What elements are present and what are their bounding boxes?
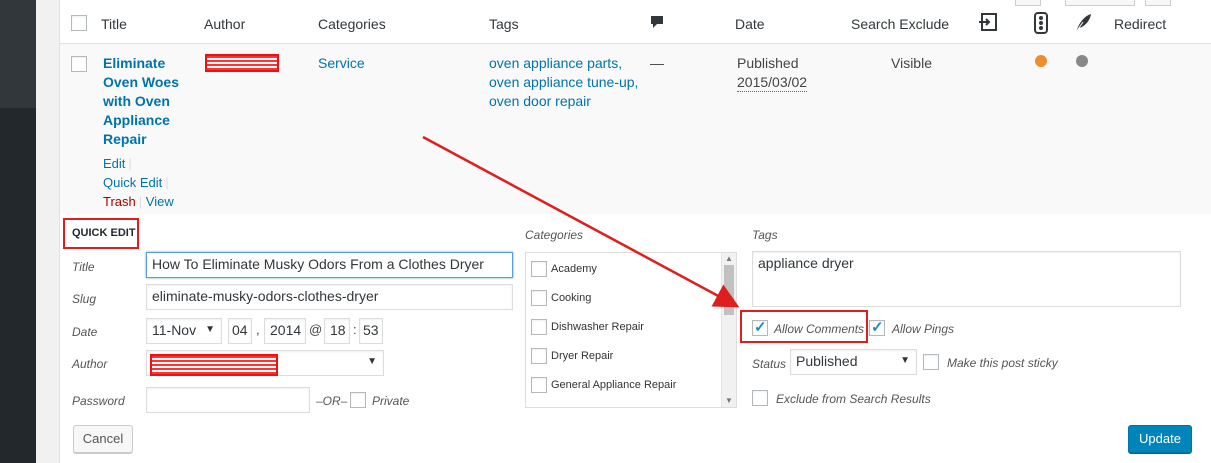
comments-icon[interactable] [650,15,664,33]
column-title[interactable]: Title [101,16,127,32]
update-button[interactable]: Update [1128,425,1192,453]
readability-status-dot [1076,55,1088,67]
categories-checklist[interactable]: Academy Cooking Dishwasher Repair Dryer … [525,252,737,408]
categories-scrollbar[interactable]: ▲ ▼ [721,253,736,407]
table-row: Eliminate Oven Woes with Oven Appliance Repa… [60,44,1211,214]
sidebar-active-item[interactable] [0,0,36,108]
exclude-search-checkbox[interactable] [752,390,768,406]
tag-link[interactable]: oven door repair [489,92,638,111]
password-input[interactable] [146,387,310,413]
tags-label: Tags [752,228,778,242]
category-option[interactable]: Dishwasher Repair [531,319,644,335]
quick-edit-link[interactable]: Quick Edit [103,175,162,190]
redacted-author [150,354,278,376]
column-redirect: Redirect [1114,16,1167,32]
title-label: Title [72,260,95,274]
day-input[interactable]: 04 [228,318,252,344]
tag-link[interactable]: oven appliance parts, [489,54,638,73]
column-tags: Tags [489,16,519,32]
table-header: Title Author Categories Tags Date Search… [60,0,1211,44]
category-option[interactable]: Cooking [531,290,591,306]
column-author: Author [204,16,246,32]
trash-link[interactable]: Trash [103,194,136,209]
category-option[interactable]: Academy [531,261,597,277]
private-label: Private [372,394,410,408]
author-label: Author [72,357,108,371]
status-select[interactable]: Published ▼ [790,349,917,375]
allow-pings-label: Allow Pings [892,322,955,336]
cancel-button[interactable]: Cancel [73,425,133,453]
sticky-label: Make this post sticky [947,356,1058,370]
admin-sidebar [0,0,36,463]
search-exclude-status: Visible [891,55,932,71]
exclude-search-label: Exclude from Search Results [776,392,931,406]
select-all-checkbox[interactable] [71,15,87,31]
allow-pings-checkbox[interactable]: ✓ [869,320,885,336]
annotation-box [740,310,868,343]
redacted-author [205,54,279,72]
scroll-down-icon[interactable]: ▼ [725,396,733,405]
seo-status-dot [1035,55,1047,67]
column-search-exclude: Search Exclude [851,16,950,32]
slug-input[interactable]: eliminate-musky-odors-clothes-dryer [146,284,513,310]
scroll-thumb[interactable] [724,265,734,315]
category-option[interactable]: Dryer Repair [531,348,613,364]
seo-score-icon [978,12,999,36]
categories-label: Categories [525,228,584,242]
row-checkbox[interactable] [71,56,87,72]
post-title-link[interactable]: Eliminate Oven Woes with Oven Appliance Repa… [103,54,183,149]
edit-link[interactable]: Edit [103,156,125,171]
annotation-box [63,218,139,249]
post-tags: oven appliance parts, oven appliance tun… [489,54,638,111]
comments-count: — [650,55,664,71]
sticky-checkbox[interactable] [923,354,939,370]
date-label: Date [72,325,98,339]
slug-label: Slug [72,292,97,306]
post-category-link[interactable]: Service [318,54,365,73]
password-label: Password [72,394,125,408]
title-input[interactable]: How To Eliminate Musky Odors From a Clot… [146,252,513,278]
month-select[interactable]: 11-Nov ▼ [146,318,222,344]
status-label: Status [752,357,787,371]
or-label: –OR– [316,394,348,408]
minute-input[interactable]: 53 [359,318,383,344]
hour-input[interactable]: 18 [324,318,350,344]
category-option[interactable]: General Appliance Repair [531,377,676,393]
quick-edit-panel: QUICK EDIT Title How To Eliminate Musky … [60,214,1211,463]
traffic-light-icon [1033,12,1049,37]
column-categories: Categories [318,16,386,32]
scroll-up-icon[interactable]: ▲ [725,254,733,263]
tags-textarea[interactable]: appliance dryer [752,251,1181,307]
column-date[interactable]: Date [735,16,765,32]
year-input[interactable]: 2014 [264,318,306,344]
row-actions: Edit | Quick Edit | Trash | View [103,156,174,209]
tag-link[interactable]: oven appliance tune-up, [489,73,638,92]
posts-table: Title Author Categories Tags Date Search… [59,0,1211,463]
feather-icon [1073,12,1093,37]
private-checkbox[interactable] [350,392,366,408]
view-link[interactable]: View [146,194,174,209]
post-date: Published 2015/03/02 [737,55,808,92]
